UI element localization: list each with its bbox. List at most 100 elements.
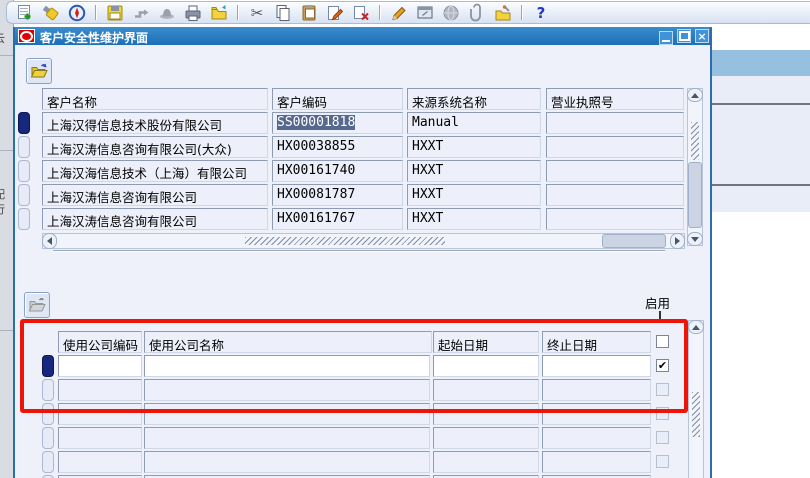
divider <box>712 103 810 105</box>
scroll-left-button[interactable] <box>42 233 57 249</box>
record-selector[interactable] <box>18 136 30 158</box>
save-icon[interactable] <box>105 3 125 23</box>
column-header-company-name: 使用公司名称 <box>144 331 432 353</box>
copy-icon[interactable] <box>273 3 293 23</box>
background-form <box>712 24 810 478</box>
scroll-down-button[interactable] <box>687 232 703 246</box>
customer-name-field[interactable]: 上海汉海信息技术（上海）有限公司 <box>42 160 268 182</box>
next-step-icon[interactable] <box>131 3 151 23</box>
minimize-button[interactable] <box>659 31 673 45</box>
source-system-field[interactable]: HXXT <box>407 184 541 206</box>
close-button[interactable]: × <box>695 29 709 43</box>
column-header-end-date: 终止日期 <box>542 331 651 353</box>
customer-security-window: 客户安全性维护界面 × 客户名称 客户编码 来源系统名称 营业执照号 上海汉得信… <box>13 27 712 478</box>
scrollbar-track-texture <box>691 122 699 160</box>
company-name-input[interactable] <box>144 451 430 473</box>
end-date-input[interactable] <box>542 355 651 377</box>
record-selector[interactable] <box>18 208 30 230</box>
end-date-input[interactable] <box>542 427 651 449</box>
scrollbar-thumb[interactable] <box>602 234 666 248</box>
help-icon[interactable]: ? <box>531 3 551 23</box>
customer-name-field[interactable]: 上海汉涛信息咨询有限公司 <box>42 184 268 206</box>
new-icon[interactable] <box>15 3 35 23</box>
zoom-icon[interactable] <box>415 3 435 23</box>
folder-open-button-disabled[interactable] <box>24 292 50 318</box>
edit-icon[interactable] <box>325 3 345 23</box>
show-navigator-icon[interactable] <box>67 3 87 23</box>
folder-tools-icon[interactable] <box>493 3 513 23</box>
clear-record-icon[interactable] <box>351 3 371 23</box>
customer-code-field[interactable]: HX00161740 <box>272 160 403 182</box>
company-name-input[interactable] <box>144 379 430 401</box>
source-system-field[interactable]: HXXT <box>407 160 541 182</box>
company-code-input[interactable] <box>58 451 142 473</box>
business-license-field[interactable] <box>546 136 684 158</box>
customer-name-field[interactable]: 上海汉涛信息咨询有限公司 <box>42 208 268 230</box>
record-selector[interactable] <box>42 427 54 449</box>
cut-icon[interactable]: ✂ <box>247 3 267 23</box>
record-selector[interactable] <box>18 112 30 134</box>
paste-icon[interactable] <box>299 3 319 23</box>
start-date-input[interactable] <box>433 451 539 473</box>
find-icon[interactable] <box>41 3 61 23</box>
source-system-field[interactable]: HXXT <box>407 208 541 230</box>
business-license-field[interactable] <box>546 160 684 182</box>
company-code-input[interactable] <box>58 355 142 377</box>
company-code-input[interactable] <box>58 379 142 401</box>
customer-code-field[interactable]: SS00001818 <box>272 112 403 134</box>
folder-open-button[interactable] <box>26 58 52 84</box>
customer-code-field[interactable]: HX00081787 <box>272 184 403 206</box>
enabled-checkbox[interactable]: ✔ <box>656 359 669 372</box>
clipped-text: 云 <box>0 30 5 46</box>
end-date-input[interactable] <box>542 379 651 401</box>
start-date-input[interactable] <box>433 355 539 377</box>
divider <box>712 184 810 186</box>
company-code-input[interactable] <box>58 403 142 425</box>
enabled-checkbox[interactable] <box>656 431 669 444</box>
company-code-input[interactable] <box>58 427 142 449</box>
selected-text: SS00001818 <box>277 115 356 130</box>
enabled-checkbox[interactable] <box>656 455 669 468</box>
enabled-checkbox[interactable] <box>656 383 669 396</box>
business-license-field[interactable] <box>546 184 684 206</box>
record-selector[interactable] <box>42 379 54 401</box>
customer-code-field[interactable]: HX00038855 <box>272 136 403 158</box>
source-system-field[interactable]: Manual <box>407 112 541 134</box>
toolbar: ✂ ? <box>6 1 810 24</box>
record-selector[interactable] <box>42 403 54 425</box>
switch-responsibility-icon[interactable] <box>157 3 177 23</box>
company-name-input[interactable] <box>144 355 430 377</box>
column-header-customer-code: 客户编码 <box>272 88 403 110</box>
scrollbar-thumb[interactable] <box>688 162 702 228</box>
enabled-checkbox-header[interactable] <box>656 335 669 348</box>
start-date-input[interactable] <box>433 379 539 401</box>
translations-icon[interactable] <box>441 3 461 23</box>
record-selector[interactable] <box>42 355 54 377</box>
record-selector[interactable] <box>18 160 30 182</box>
start-date-input[interactable] <box>433 427 539 449</box>
column-header-company-code: 使用公司编码 <box>58 331 142 353</box>
attachments-icon[interactable] <box>467 3 487 23</box>
customer-name-field[interactable]: 上海汉得信息技术股份有限公司 <box>42 112 268 134</box>
maximize-button[interactable] <box>677 29 691 43</box>
start-date-input[interactable] <box>433 403 539 425</box>
company-name-input[interactable] <box>144 427 430 449</box>
record-selector[interactable] <box>42 451 54 473</box>
close-form-icon[interactable] <box>209 3 229 23</box>
edit-field-icon[interactable] <box>389 3 409 23</box>
customer-name-field[interactable]: 上海汉涛信息咨询有限公司(大众) <box>42 136 268 158</box>
end-date-input[interactable] <box>542 403 651 425</box>
source-system-field[interactable]: HXXT <box>407 136 541 158</box>
print-icon[interactable] <box>183 3 203 23</box>
business-license-field[interactable] <box>546 208 684 230</box>
record-selector[interactable] <box>18 184 30 206</box>
end-date-input[interactable] <box>542 451 651 473</box>
customer-code-field[interactable]: HX00161767 <box>272 208 403 230</box>
scroll-up-button[interactable] <box>687 88 703 102</box>
scroll-right-button[interactable] <box>670 233 685 249</box>
company-name-input[interactable] <box>144 403 430 425</box>
enabled-checkbox[interactable] <box>656 407 669 420</box>
window-titlebar[interactable]: 客户安全性维护界面 × <box>15 27 710 45</box>
scroll-up-button[interactable] <box>688 320 704 334</box>
business-license-field[interactable] <box>546 112 684 134</box>
